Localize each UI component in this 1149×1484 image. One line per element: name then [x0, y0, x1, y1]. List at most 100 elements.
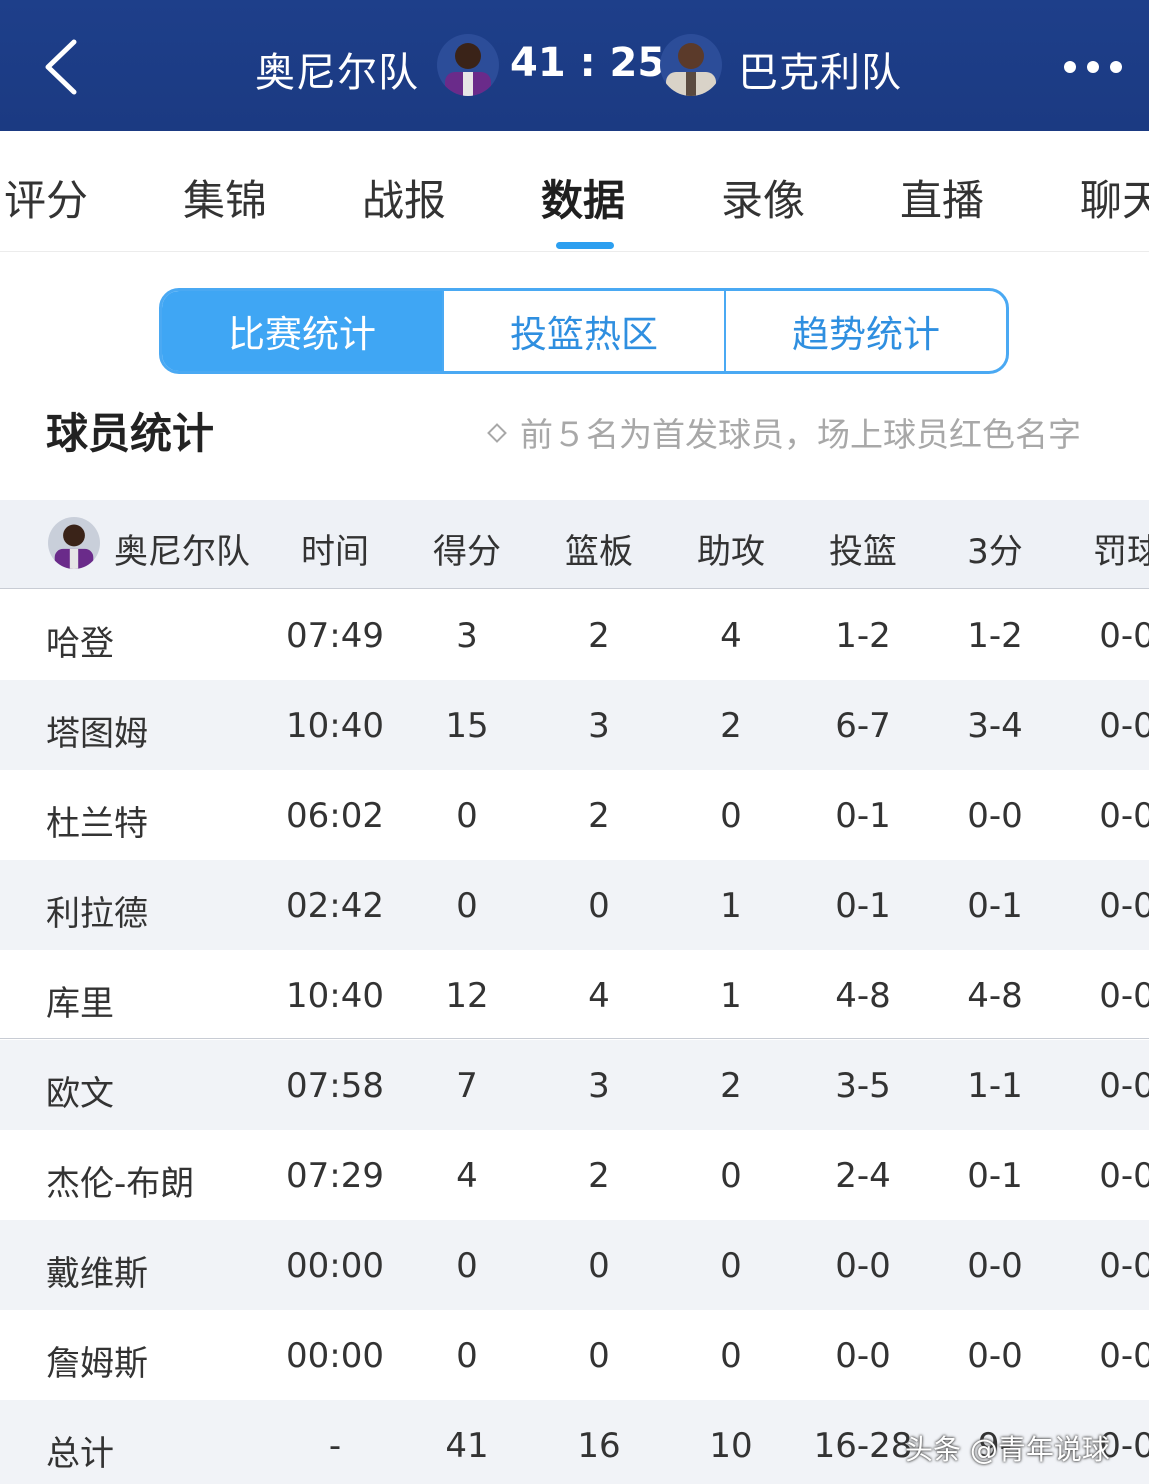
- back-button[interactable]: [40, 38, 90, 96]
- table-row[interactable]: 利拉德 02:42 0 0 1 0-1 0-1 0-0: [0, 860, 1149, 950]
- away-team-avatar: [660, 34, 722, 96]
- player-name: 詹姆斯: [46, 1344, 148, 1384]
- column-header-fg[interactable]: 投篮: [829, 524, 897, 573]
- column-header-points[interactable]: 得分: [433, 524, 501, 573]
- cell-fg: 6-7: [835, 706, 891, 746]
- cell-ft: 0-0: [1099, 1156, 1149, 1196]
- cell-ft: 0-0: [1099, 616, 1149, 656]
- cell-assists: 1: [720, 886, 742, 926]
- cell-time: 10:40: [286, 976, 384, 1016]
- cell-fg: 4-8: [835, 976, 891, 1016]
- section-title: 球员统计: [46, 409, 215, 458]
- away-team-name[interactable]: 巴克利队: [738, 40, 902, 98]
- more-button[interactable]: [1058, 52, 1128, 82]
- cell-ft: 0-0: [1099, 706, 1149, 746]
- tab-data[interactable]: 数据: [541, 167, 625, 228]
- cell-time: 00:00: [286, 1336, 384, 1376]
- cell-3pt: 4-8: [967, 976, 1023, 1016]
- cell-points: 41: [445, 1426, 489, 1466]
- cell-points: 0: [456, 886, 478, 926]
- cell-time: 07:29: [286, 1156, 384, 1196]
- cell-assists: 0: [720, 1246, 742, 1286]
- tab-chat[interactable]: 聊天: [1080, 167, 1149, 228]
- cell-points: 15: [445, 706, 489, 746]
- tab-live[interactable]: 直播: [900, 167, 984, 228]
- cell-time: 00:00: [286, 1246, 384, 1286]
- table-row[interactable]: 欧文 07:58 7 3 2 3-5 1-1 0-0: [0, 1040, 1149, 1130]
- segment-shot-chart[interactable]: 投篮热区: [442, 291, 724, 371]
- cell-fg: 3-5: [835, 1066, 891, 1106]
- column-header-time[interactable]: 时间: [301, 524, 369, 573]
- cell-fg: 0-1: [835, 796, 891, 836]
- starters-bench-divider: [0, 1038, 1149, 1039]
- column-header-assists[interactable]: 助攻: [697, 524, 765, 573]
- cell-3pt: 0-1: [967, 886, 1023, 926]
- cell-time: 07:49: [286, 616, 384, 656]
- player-name: 杜兰特: [46, 804, 148, 844]
- table-row[interactable]: 库里 10:40 12 4 1 4-8 4-8 0-0: [0, 950, 1149, 1040]
- table-row[interactable]: 杰伦-布朗 07:29 4 2 0 2-4 0-1 0-0: [0, 1130, 1149, 1220]
- cell-points: 12: [445, 976, 489, 1016]
- cell-assists: 0: [720, 796, 742, 836]
- cell-ft: 0-0: [1099, 796, 1149, 836]
- cell-rebounds: 2: [588, 616, 610, 656]
- cell-fg: 0-0: [835, 1246, 891, 1286]
- cell-rebounds: 2: [588, 796, 610, 836]
- cell-rebounds: 0: [588, 1336, 610, 1376]
- segment-game-stats[interactable]: 比赛统计: [162, 291, 442, 371]
- cell-points: 3: [456, 616, 478, 656]
- cell-3pt: 1-1: [967, 1066, 1023, 1106]
- cell-fg: 0-1: [835, 886, 891, 926]
- player-name: 库里: [46, 984, 114, 1024]
- column-header-ft[interactable]: 罚球: [1093, 524, 1149, 573]
- cell-fg: 16-28: [813, 1426, 913, 1466]
- cell-ft: 0-0: [1099, 1336, 1149, 1376]
- starter-note-text: 前５名为首发球员，场上球员红色名字: [520, 415, 1081, 454]
- table-row[interactable]: 詹姆斯 00:00 0 0 0 0-0 0-0 0-0: [0, 1310, 1149, 1400]
- diamond-bullet-icon: [487, 422, 507, 443]
- cell-assists: 0: [720, 1336, 742, 1376]
- cell-assists: 0: [720, 1156, 742, 1196]
- table-row[interactable]: 杜兰特 06:02 0 2 0 0-1 0-0 0-0: [0, 770, 1149, 860]
- team-avatar: [48, 517, 100, 569]
- cell-rebounds: 2: [588, 1156, 610, 1196]
- cell-ft: 0-0: [1099, 1066, 1149, 1106]
- top-bar: 奥尼尔队 41 : 25 巴克利队: [0, 0, 1149, 131]
- column-header-rebounds[interactable]: 篮板: [565, 524, 633, 573]
- table-team-name[interactable]: 奥尼尔队: [114, 524, 250, 573]
- player-name: 杰伦-布朗: [46, 1164, 195, 1204]
- more-dots-icon: [1064, 61, 1122, 73]
- segment-trend-stats[interactable]: 趋势统计: [724, 291, 1006, 371]
- cell-time: 07:58: [286, 1066, 384, 1106]
- cell-rebounds: 0: [588, 886, 610, 926]
- table-row[interactable]: 哈登 07:49 3 2 4 1-2 1-2 0-0: [0, 590, 1149, 680]
- player-name: 戴维斯: [46, 1254, 148, 1294]
- tab-replay[interactable]: 录像: [721, 167, 805, 228]
- cell-assists: 10: [709, 1426, 753, 1466]
- tab-report[interactable]: 战报: [362, 167, 446, 228]
- home-team-name[interactable]: 奥尼尔队: [255, 40, 419, 98]
- player-name: 利拉德: [46, 894, 148, 934]
- column-header-3pt[interactable]: 3分: [967, 524, 1023, 573]
- cell-3pt: 1-2: [967, 616, 1023, 656]
- cell-fg: 0-0: [835, 1336, 891, 1376]
- cell-rebounds: 3: [588, 706, 610, 746]
- table-row[interactable]: 戴维斯 00:00 0 0 0 0-0 0-0 0-0: [0, 1220, 1149, 1310]
- cell-points: 0: [456, 1336, 478, 1376]
- table-row[interactable]: 塔图姆 10:40 15 3 2 6-7 3-4 0-0: [0, 680, 1149, 770]
- cell-3pt: 0-1: [967, 1156, 1023, 1196]
- cell-assists: 1: [720, 976, 742, 1016]
- cell-time: 10:40: [286, 706, 384, 746]
- cell-rebounds: 16: [577, 1426, 621, 1466]
- cell-assists: 4: [720, 616, 742, 656]
- cell-points: 0: [456, 1246, 478, 1286]
- tab-rating[interactable]: 评分: [4, 167, 88, 228]
- tab-highlights[interactable]: 集锦: [183, 167, 267, 228]
- player-name: 塔图姆: [46, 714, 148, 754]
- tab-bar: 评分 集锦 战报 数据 录像 直播 聊天: [0, 131, 1149, 252]
- cell-points: 4: [456, 1156, 478, 1196]
- cell-3pt: 0-0: [967, 1246, 1023, 1286]
- cell-3pt: 0-0: [967, 796, 1023, 836]
- table-header: 奥尼尔队 时间 得分 篮板 助攻 投篮 3分 罚球: [0, 500, 1149, 589]
- starter-note: 前５名为首发球员，场上球员红色名字: [487, 408, 1081, 456]
